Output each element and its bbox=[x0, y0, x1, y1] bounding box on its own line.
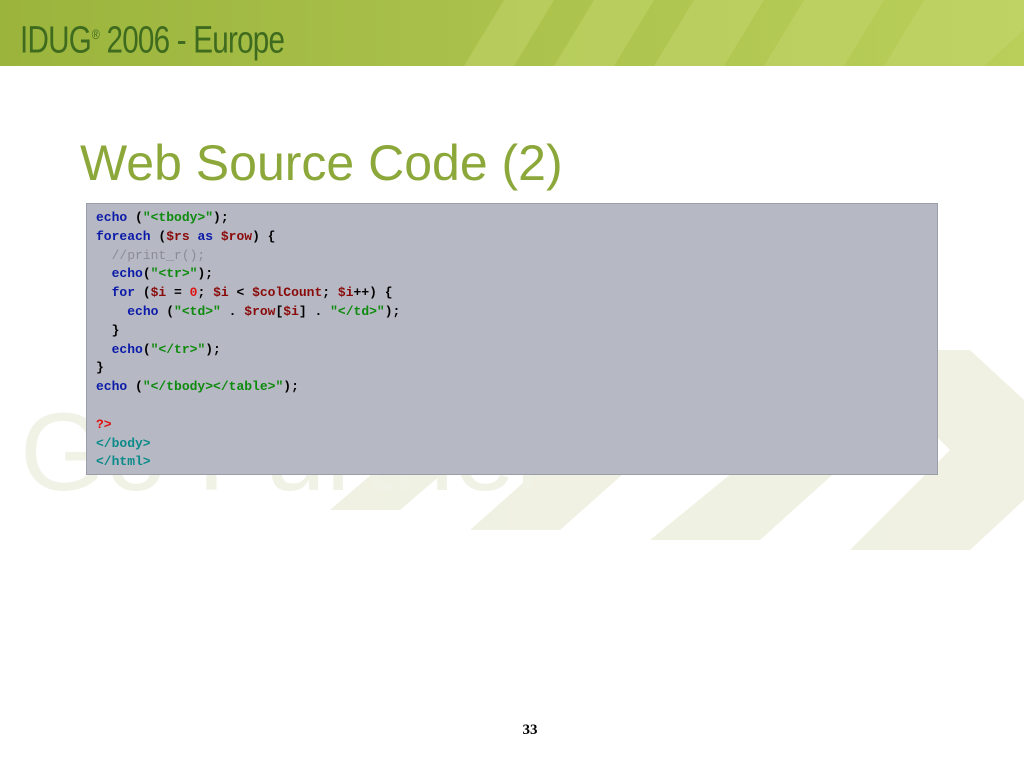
code-token: echo bbox=[96, 379, 128, 395]
code-token: } bbox=[96, 360, 104, 376]
code-line: echo ("<tbody>"); bbox=[96, 209, 400, 228]
header-stripes-decoration bbox=[464, 0, 1024, 66]
code-token: ; bbox=[322, 285, 338, 301]
header-banner: IDUG® 2006 - Europe bbox=[0, 0, 1024, 66]
code-token: foreach bbox=[96, 228, 151, 244]
code-line: echo ("<td>" . $row[$i] . "</td>"); bbox=[96, 303, 400, 322]
code-token: . bbox=[220, 303, 245, 319]
code-token: ( bbox=[127, 379, 143, 395]
code-token: echo bbox=[96, 210, 128, 225]
idug-logo: IDUG® 2006 - Europe bbox=[20, 12, 285, 62]
code-token: ) { bbox=[252, 228, 276, 244]
code-token: $i bbox=[150, 285, 167, 301]
code-token: echo bbox=[111, 266, 143, 282]
code-line: </html> bbox=[96, 453, 400, 472]
code-token: ( bbox=[142, 266, 151, 282]
code-token: "<tr>" bbox=[150, 266, 198, 282]
code-token: } bbox=[96, 322, 120, 338]
code-token: </body> bbox=[96, 435, 151, 451]
code-token: ); bbox=[213, 210, 229, 225]
slide-title: Web Source Code (2) bbox=[80, 135, 563, 191]
code-token: //print_r(); bbox=[111, 247, 206, 263]
code-token: as bbox=[197, 228, 214, 244]
code-token: ); bbox=[197, 266, 214, 282]
code-token: for bbox=[111, 285, 136, 301]
code-token: $row bbox=[244, 303, 276, 319]
code-line: for ($i = 0; $i < $colCount; $i++) { bbox=[96, 284, 400, 303]
code-line: } bbox=[96, 322, 400, 341]
code-token: "</tbody></table>" bbox=[142, 379, 284, 395]
code-line: echo("</tr>"); bbox=[96, 341, 400, 360]
code-token: ( bbox=[142, 341, 151, 357]
code-line: //print_r(); bbox=[96, 247, 400, 266]
code-token: ; bbox=[197, 285, 214, 301]
code-token: ); bbox=[283, 379, 299, 395]
code-line: echo ("</tbody></table>"); bbox=[96, 378, 400, 397]
code-token: "<tbody>" bbox=[142, 210, 214, 225]
code-line: </body> bbox=[96, 435, 400, 454]
code-token: echo bbox=[127, 303, 159, 319]
code-token: $rs bbox=[166, 228, 190, 244]
code-token: ] . bbox=[298, 303, 331, 319]
code-token: "<td>" bbox=[174, 303, 221, 319]
page-number: 33 bbox=[522, 722, 538, 738]
code-token: $i bbox=[337, 285, 354, 301]
code-line: } bbox=[96, 359, 400, 378]
code-token: ); bbox=[384, 303, 401, 319]
code-token: ( bbox=[135, 285, 151, 301]
logo-text: IDUG bbox=[20, 19, 92, 62]
code-token: $i bbox=[213, 285, 229, 301]
code-token: $colCount bbox=[252, 285, 323, 301]
code-listing: echo ("<tbody>"); foreach ($rs as $row) {… bbox=[96, 209, 400, 472]
code-token: $row bbox=[220, 228, 253, 244]
code-token: = bbox=[166, 285, 190, 301]
code-token: ++) { bbox=[353, 285, 393, 301]
code-token: ( bbox=[158, 303, 175, 319]
code-token: ); bbox=[205, 341, 221, 357]
code-token: $i bbox=[283, 303, 299, 319]
code-token: </html> bbox=[96, 454, 151, 470]
code-token: echo bbox=[111, 341, 143, 357]
code-token: ( bbox=[150, 228, 167, 244]
code-line: echo("<tr>"); bbox=[96, 265, 400, 284]
code-token: "</td>" bbox=[330, 303, 385, 319]
code-block: echo ("<tbody>"); foreach ($rs as $row) {… bbox=[86, 203, 938, 475]
code-token: ?> bbox=[96, 416, 112, 432]
code-token: < bbox=[228, 285, 253, 301]
code-line: ?> bbox=[96, 416, 400, 435]
logo-year: 2006 - Europe bbox=[99, 19, 285, 62]
code-token: "</tr>" bbox=[150, 341, 206, 357]
code-token: ( bbox=[127, 210, 143, 225]
code-line: foreach ($rs as $row) { bbox=[96, 228, 400, 247]
